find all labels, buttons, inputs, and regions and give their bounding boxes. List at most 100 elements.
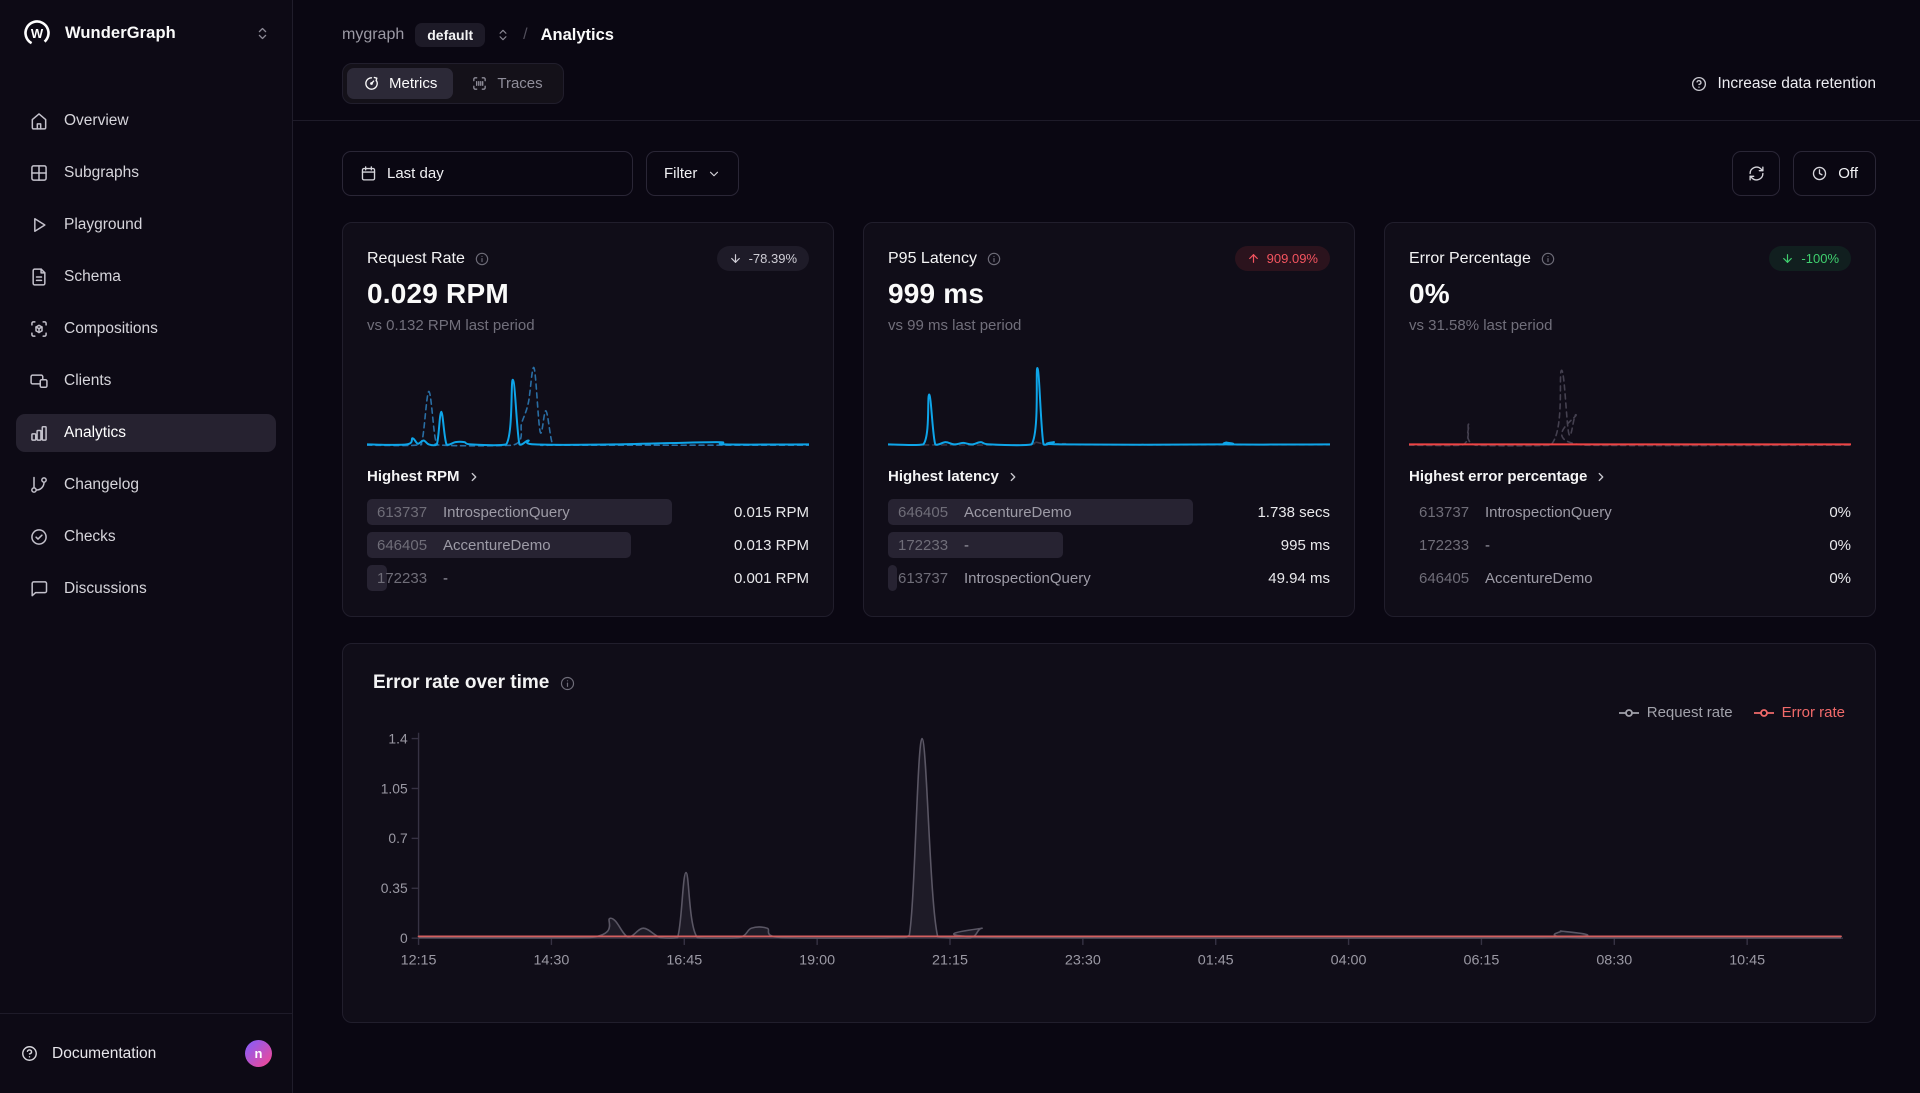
error-rate-chart: 00.350.71.051.412:1514:3016:4519:0021:15… xyxy=(373,725,1845,975)
refresh-button[interactable] xyxy=(1732,151,1780,196)
sidebar-item-changelog[interactable]: Changelog xyxy=(16,466,276,504)
operation-row[interactable]: 172233 - 0.001 RPM xyxy=(367,564,809,592)
user-avatar[interactable]: n xyxy=(245,1040,272,1067)
documentation-link[interactable]: Documentation xyxy=(52,1045,156,1063)
svg-text:0: 0 xyxy=(400,931,408,946)
operation-name: IntrospectionQuery xyxy=(443,504,570,521)
bar-chart-icon xyxy=(29,423,49,443)
sidebar-item-clients[interactable]: Clients xyxy=(16,362,276,400)
info-icon[interactable] xyxy=(1540,251,1556,267)
legend-request-rate[interactable]: Request rate xyxy=(1618,704,1733,721)
operation-id: 613737 xyxy=(1409,504,1485,521)
chat-bubble-icon xyxy=(29,579,49,599)
operation-name: - xyxy=(1485,537,1490,554)
clients-icon xyxy=(29,371,49,391)
git-branch-icon xyxy=(29,475,49,495)
operation-name: - xyxy=(443,570,448,587)
list-title: Highest RPM xyxy=(367,468,460,485)
operation-name: AccentureDemo xyxy=(964,504,1072,521)
svg-text:23:30: 23:30 xyxy=(1065,952,1101,968)
help-circle-icon xyxy=(20,1044,39,1063)
organization-switcher[interactable]: W WunderGraph xyxy=(0,0,292,66)
request-rate-sparkline xyxy=(367,358,809,450)
sidebar-item-checks[interactable]: Checks xyxy=(16,518,276,556)
operation-row[interactable]: 613737 IntrospectionQuery 0% xyxy=(1409,498,1851,526)
sidebar-item-subgraphs[interactable]: Subgraphs xyxy=(16,154,276,192)
trend-badge: 909.09% xyxy=(1235,246,1330,271)
highest-latency-link[interactable]: Highest latency xyxy=(888,468,1330,485)
metric-compare: vs 99 ms last period xyxy=(888,317,1330,334)
sidebar-item-label: Clients xyxy=(64,372,111,390)
view-tabs: Metrics Traces xyxy=(342,63,564,104)
legend-marker-icon xyxy=(1618,708,1640,718)
operation-row[interactable]: 613737 IntrospectionQuery 49.94 ms xyxy=(888,564,1330,592)
operation-row[interactable]: 646405 AccentureDemo 1.738 secs xyxy=(888,498,1330,526)
check-circle-icon xyxy=(29,527,49,547)
operation-name: IntrospectionQuery xyxy=(1485,504,1612,521)
chevrons-up-down-icon[interactable] xyxy=(255,26,270,41)
sidebar-item-compositions[interactable]: Compositions xyxy=(16,310,276,348)
sidebar-item-label: Playground xyxy=(64,216,142,234)
operation-value: 0.013 RPM xyxy=(734,537,809,554)
legend-marker-icon xyxy=(1753,708,1775,718)
sidebar-item-schema[interactable]: Schema xyxy=(16,258,276,296)
operation-value: 0% xyxy=(1829,570,1851,587)
svg-text:12:15: 12:15 xyxy=(401,952,437,968)
operation-name: - xyxy=(964,537,969,554)
trend-value: 909.09% xyxy=(1267,251,1318,266)
sidebar-item-label: Checks xyxy=(64,528,116,546)
legend-label: Error rate xyxy=(1782,704,1845,721)
sidebar: W WunderGraph Overview Subgraphs Playgro… xyxy=(0,0,293,1093)
sidebar-item-overview[interactable]: Overview xyxy=(16,102,276,140)
tab-metrics[interactable]: Metrics xyxy=(347,68,453,99)
svg-text:1.05: 1.05 xyxy=(381,781,408,796)
info-icon[interactable] xyxy=(474,251,490,267)
operation-row[interactable]: 172233 - 0% xyxy=(1409,531,1851,559)
sidebar-item-playground[interactable]: Playground xyxy=(16,206,276,244)
svg-text:06:15: 06:15 xyxy=(1463,952,1499,968)
operation-row[interactable]: 613737 IntrospectionQuery 0.015 RPM xyxy=(367,498,809,526)
date-range-picker[interactable]: Last day xyxy=(342,151,633,196)
grid-icon xyxy=(29,163,49,183)
operation-name: IntrospectionQuery xyxy=(964,570,1091,587)
svg-text:0.35: 0.35 xyxy=(381,881,408,896)
svg-text:04:00: 04:00 xyxy=(1331,952,1367,968)
operation-value: 0.001 RPM xyxy=(734,570,809,587)
highest-rpm-link[interactable]: Highest RPM xyxy=(367,468,809,485)
increase-data-retention-link[interactable]: Increase data retention xyxy=(1690,75,1876,93)
operation-id: 646405 xyxy=(888,504,964,521)
file-text-icon xyxy=(29,267,49,287)
sidebar-item-analytics[interactable]: Analytics xyxy=(16,414,276,452)
chevrons-up-down-icon[interactable] xyxy=(496,28,510,42)
info-icon[interactable] xyxy=(986,251,1002,267)
metric-value: 999 ms xyxy=(888,278,1330,310)
auto-refresh-state: Off xyxy=(1838,165,1858,182)
operation-row[interactable]: 646405 AccentureDemo 0% xyxy=(1409,564,1851,592)
breadcrumb-separator: / xyxy=(523,26,527,44)
svg-text:10:45: 10:45 xyxy=(1729,952,1765,968)
trend-badge: -100% xyxy=(1769,246,1851,271)
sidebar-item-label: Changelog xyxy=(64,476,139,494)
sidebar-item-discussions[interactable]: Discussions xyxy=(16,570,276,608)
legend-label: Request rate xyxy=(1647,704,1733,721)
info-icon[interactable] xyxy=(559,675,576,692)
arrow-down-icon xyxy=(729,252,742,265)
play-icon xyxy=(29,215,49,235)
list-title: Highest latency xyxy=(888,468,999,485)
tabs-row: Metrics Traces Increase data retention xyxy=(342,63,1876,104)
tab-label: Metrics xyxy=(389,75,437,92)
tab-traces[interactable]: Traces xyxy=(455,68,558,99)
highest-error-percentage-link[interactable]: Highest error percentage xyxy=(1409,468,1851,485)
legend-error-rate[interactable]: Error rate xyxy=(1753,704,1845,721)
metric-compare: vs 0.132 RPM last period xyxy=(367,317,809,334)
filter-dropdown[interactable]: Filter xyxy=(646,151,739,196)
svg-text:01:45: 01:45 xyxy=(1198,952,1234,968)
operation-id: 613737 xyxy=(888,570,964,587)
operation-row[interactable]: 172233 - 995 ms xyxy=(888,531,1330,559)
operation-value: 49.94 ms xyxy=(1268,570,1330,587)
auto-refresh-toggle[interactable]: Off xyxy=(1793,151,1876,196)
card-title: Request Rate xyxy=(367,250,465,268)
graph-variant-badge[interactable]: default xyxy=(415,23,485,47)
svg-text:0.7: 0.7 xyxy=(388,831,407,846)
operation-row[interactable]: 646405 AccentureDemo 0.013 RPM xyxy=(367,531,809,559)
